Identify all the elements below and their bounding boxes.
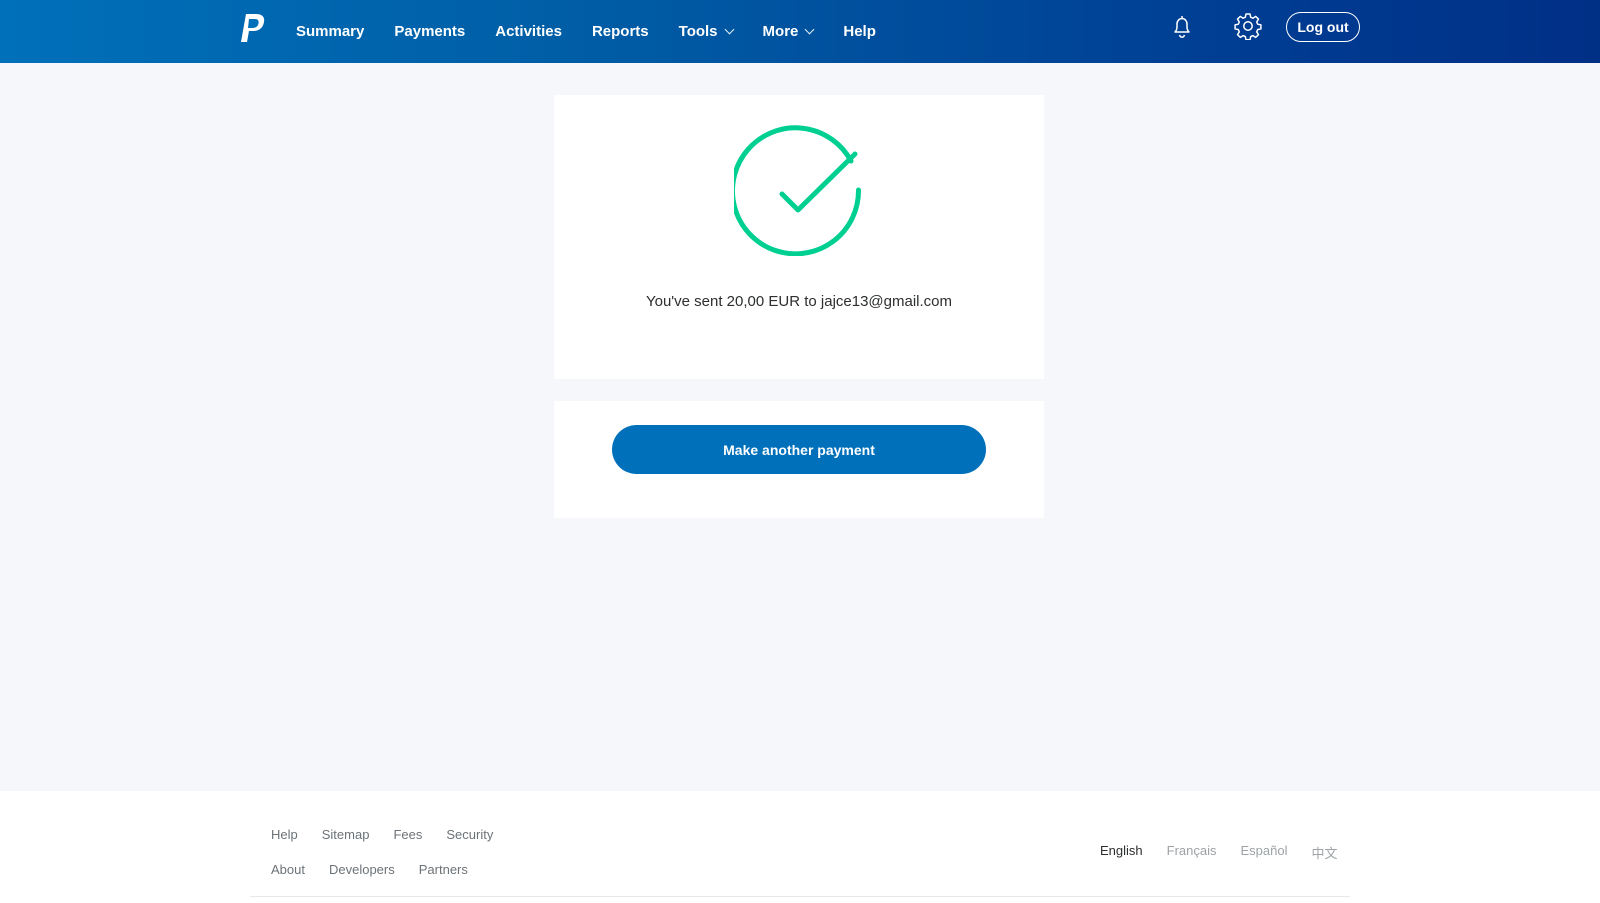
page-footer: Help Sitemap Fees Security About Develop… [0,791,1600,903]
nav-more-label: More [762,23,799,40]
nav-tools[interactable]: Tools [678,23,734,40]
footer-link-security[interactable]: Security [446,827,493,842]
language-francais[interactable]: Français [1167,843,1217,862]
bell-icon[interactable] [1170,14,1194,40]
nav-reports[interactable]: Reports [592,23,649,40]
nav-summary[interactable]: Summary [296,23,364,40]
top-header: Summary Payments Activities Reports Tool… [0,0,1600,63]
paypal-logo-icon[interactable] [240,13,266,43]
confirmation-card: You've sent 20,00 EUR to jajce13@gmail.c… [554,95,1044,379]
nav-more[interactable]: More [762,23,815,40]
nav-reports-label: Reports [591,23,649,40]
footer-link-developers[interactable]: Developers [329,862,395,877]
action-card: Make another payment [554,401,1044,518]
language-chinese[interactable]: 中文 [1311,843,1337,862]
footer-link-partners[interactable]: Partners [419,862,468,877]
main-nav: Summary Payments Activities Reports Tool… [296,0,906,63]
footer-link-fees[interactable]: Fees [393,827,422,842]
nav-summary-label: Summary [296,23,365,40]
logout-button[interactable]: Log out [1286,12,1360,42]
make-another-payment-button[interactable]: Make another payment [612,425,986,474]
nav-activities-label: Activities [495,23,562,40]
footer-divider [250,896,1350,897]
footer-link-help[interactable]: Help [271,827,298,842]
footer-links-row-2: About Developers Partners [271,862,492,877]
language-espanol[interactable]: Español [1241,843,1288,862]
nav-payments[interactable]: Payments [394,23,465,40]
language-selector: English Français Español 中文 [1100,843,1362,862]
footer-link-about[interactable]: About [271,862,305,877]
chevron-down-icon [724,24,734,35]
nav-activities[interactable]: Activities [495,23,562,40]
confirmation-message: You've sent 20,00 EUR to jajce13@gmail.c… [645,293,953,310]
nav-payments-label: Payments [394,23,466,40]
gear-icon[interactable] [1234,12,1262,40]
chevron-down-icon [804,24,815,35]
nav-help[interactable]: Help [843,23,876,40]
footer-link-sitemap[interactable]: Sitemap [322,827,370,842]
footer-links-row-1: Help Sitemap Fees Security [271,827,517,842]
check-circle-icon [734,125,862,256]
nav-tools-label: Tools [678,23,718,40]
language-english[interactable]: English [1100,843,1143,862]
nav-help-label: Help [843,23,876,40]
